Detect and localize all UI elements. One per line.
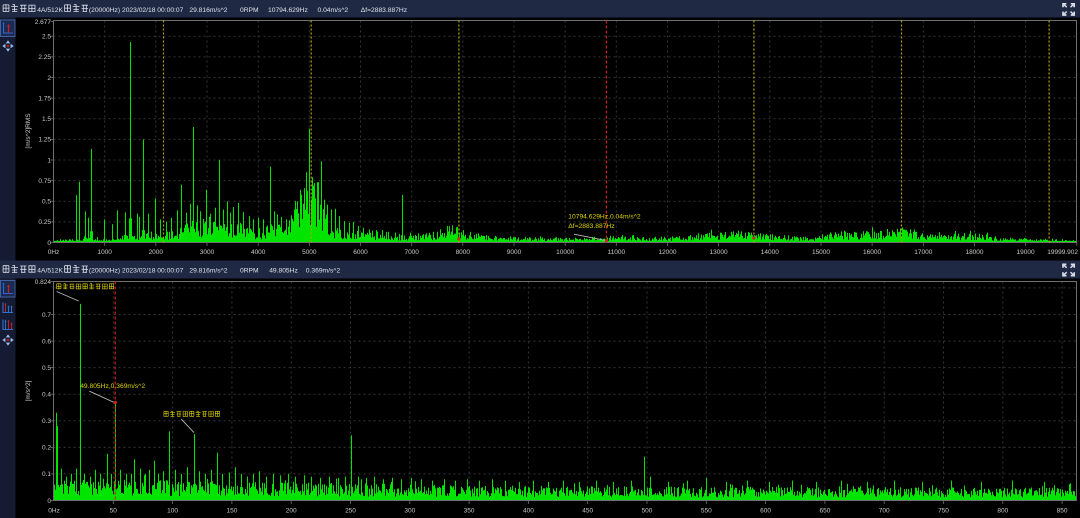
svg-text:0Hz: 0Hz — [48, 249, 60, 256]
svg-text:0.1: 0.1 — [42, 471, 51, 478]
svg-text:7000: 7000 — [404, 249, 419, 256]
svg-text:(20000Hz) 2023/02/18 00:00:07: (20000Hz) 2023/02/18 00:00:07 — [89, 7, 184, 14]
svg-text:10000: 10000 — [556, 249, 574, 256]
svg-text:1.25: 1.25 — [38, 137, 51, 144]
svg-text:8000: 8000 — [456, 249, 471, 256]
svg-text:10794.629Hz,0.04m/s^2: 10794.629Hz,0.04m/s^2 — [568, 214, 641, 221]
svg-text:1000: 1000 — [97, 249, 112, 256]
svg-text:[m/s^2]RMS: [m/s^2]RMS — [25, 113, 32, 149]
svg-text:12000: 12000 — [658, 249, 676, 256]
svg-text:19999.902: 19999.902 — [1047, 249, 1078, 256]
svg-text:18000: 18000 — [965, 249, 983, 256]
svg-text:2: 2 — [47, 75, 51, 82]
svg-text:Δf=2883.887Hz: Δf=2883.887Hz — [568, 223, 615, 230]
svg-text:15000: 15000 — [812, 249, 830, 256]
svg-text:350: 350 — [464, 508, 475, 515]
svg-text:2.677: 2.677 — [35, 19, 52, 26]
svg-text:13000: 13000 — [710, 249, 728, 256]
svg-text:0.824: 0.824 — [35, 279, 52, 286]
svg-text:450: 450 — [582, 508, 593, 515]
svg-text:400: 400 — [523, 508, 534, 515]
svg-text:0.4: 0.4 — [42, 392, 51, 399]
svg-text:200: 200 — [286, 508, 297, 515]
svg-text:0.3: 0.3 — [42, 418, 51, 425]
svg-text:1.5: 1.5 — [42, 116, 51, 123]
svg-text:1.75: 1.75 — [38, 95, 51, 102]
svg-text:650: 650 — [819, 508, 830, 515]
svg-text:[m/s^2]: [m/s^2] — [25, 380, 32, 401]
svg-text:150: 150 — [226, 508, 237, 515]
svg-text:10794.629Hz: 10794.629Hz — [268, 7, 308, 14]
svg-text:750: 750 — [938, 508, 949, 515]
svg-text:850: 850 — [1057, 508, 1068, 515]
svg-text:0: 0 — [47, 240, 51, 247]
svg-text:2.5: 2.5 — [42, 34, 51, 41]
svg-text:0.5: 0.5 — [42, 365, 51, 372]
svg-text:11000: 11000 — [608, 249, 626, 256]
svg-text:600: 600 — [760, 508, 771, 515]
svg-text:700: 700 — [879, 508, 890, 515]
svg-text:300: 300 — [404, 508, 415, 515]
svg-text:0.2: 0.2 — [42, 445, 51, 452]
svg-text:3000: 3000 — [200, 249, 215, 256]
svg-text:5000: 5000 — [302, 249, 317, 256]
svg-text:0.5: 0.5 — [42, 199, 51, 206]
svg-text:6000: 6000 — [353, 249, 368, 256]
svg-text:17000: 17000 — [914, 249, 932, 256]
svg-text:0RPM: 0RPM — [240, 268, 259, 275]
svg-text:250: 250 — [345, 508, 356, 515]
svg-text:49.805Hz: 49.805Hz — [269, 268, 298, 275]
svg-text:29.816m/s^2: 29.816m/s^2 — [189, 7, 227, 14]
svg-text:0.04m/s^2: 0.04m/s^2 — [318, 7, 349, 14]
svg-text:19000: 19000 — [1017, 249, 1035, 256]
svg-text:0.6: 0.6 — [42, 338, 51, 345]
svg-text:4A/512K: 4A/512K — [37, 7, 63, 14]
svg-text:Δf=2883.887Hz: Δf=2883.887Hz — [361, 7, 408, 14]
svg-text:800: 800 — [997, 508, 1008, 515]
svg-text:4000: 4000 — [251, 249, 266, 256]
svg-text:0.369m/s^2: 0.369m/s^2 — [306, 268, 341, 275]
svg-text:100: 100 — [167, 508, 178, 515]
svg-text:9000: 9000 — [507, 249, 522, 256]
svg-text:550: 550 — [701, 508, 712, 515]
svg-text:29.816m/s^2: 29.816m/s^2 — [189, 268, 227, 275]
svg-text:0Hz: 0Hz — [48, 508, 60, 515]
svg-text:1: 1 — [47, 157, 51, 164]
svg-text:49.805Hz,0.369m/s^2: 49.805Hz,0.369m/s^2 — [80, 383, 145, 390]
svg-text:0RPM: 0RPM — [240, 7, 259, 14]
svg-text:500: 500 — [642, 508, 653, 515]
svg-text:0.7: 0.7 — [42, 312, 51, 319]
svg-text:4A/512K: 4A/512K — [37, 268, 63, 275]
svg-text:2000: 2000 — [149, 249, 164, 256]
svg-text:2.25: 2.25 — [38, 54, 51, 61]
svg-text:0: 0 — [47, 498, 51, 505]
svg-text:(20000Hz) 2023/02/18 00:00:07: (20000Hz) 2023/02/18 00:00:07 — [89, 268, 184, 275]
svg-text:0.25: 0.25 — [38, 219, 51, 226]
svg-text:16000: 16000 — [863, 249, 881, 256]
svg-text:50: 50 — [110, 508, 118, 515]
svg-text:0.75: 0.75 — [38, 178, 51, 185]
svg-text:14000: 14000 — [761, 249, 779, 256]
